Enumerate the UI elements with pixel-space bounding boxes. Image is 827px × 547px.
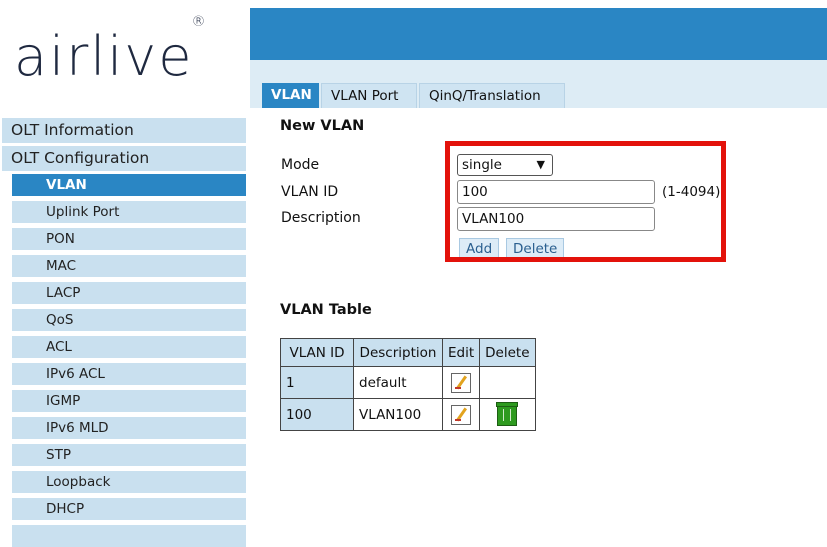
sidebar-item-qos[interactable]: QoS xyxy=(12,309,246,331)
highlight-box xyxy=(445,141,726,262)
tab-vlan[interactable]: VLAN xyxy=(262,83,319,108)
table-header-row: VLAN ID Description Edit Delete xyxy=(280,338,536,367)
vlan-id-cell: 1 xyxy=(280,366,354,399)
delete-cell xyxy=(479,398,536,431)
sidebar-item-pon[interactable]: PON xyxy=(12,228,246,250)
sidebar-item-ipv6-acl[interactable]: IPv6 ACL xyxy=(12,363,246,385)
table-row: 1 default xyxy=(280,366,536,399)
sidebar-item-loopback[interactable]: Loopback xyxy=(12,471,246,493)
tab-qinq-translation[interactable]: QinQ/Translation xyxy=(419,83,565,108)
sidebar-section-olt-configuration[interactable]: OLT Configuration xyxy=(2,146,246,171)
mode-label: Mode xyxy=(281,157,320,173)
sidebar-item-lacp[interactable]: LACP xyxy=(12,282,246,304)
vlan-table-heading: VLAN Table xyxy=(280,302,372,318)
description-cell: default xyxy=(353,366,443,399)
airlive-logo: airlive® xyxy=(14,14,208,88)
sidebar-item-igmp[interactable]: IGMP xyxy=(12,390,246,412)
edit-pencil-icon[interactable] xyxy=(451,404,472,425)
sidebar-item-mac[interactable]: MAC xyxy=(12,255,246,277)
sidebar: OLT Information OLT Configuration VLAN U… xyxy=(0,115,246,547)
new-vlan-heading: New VLAN xyxy=(280,118,365,134)
vlan-table: VLAN ID Description Edit Delete 1 defaul… xyxy=(280,338,536,431)
column-header-edit: Edit xyxy=(441,338,481,367)
sidebar-item-uplink-port[interactable]: Uplink Port xyxy=(12,201,246,223)
description-label: Description xyxy=(281,210,361,226)
vlan-id-label: VLAN ID xyxy=(281,184,339,200)
column-header-delete: Delete xyxy=(479,338,536,367)
sidebar-item-partial[interactable] xyxy=(12,525,246,547)
logo-area: airlive® xyxy=(0,8,250,108)
description-cell: VLAN100 xyxy=(353,398,443,431)
sidebar-item-ipv6-mld[interactable]: IPv6 MLD xyxy=(12,417,246,439)
edit-pencil-icon[interactable] xyxy=(451,372,472,393)
edit-cell xyxy=(441,398,481,431)
delete-cell xyxy=(479,366,536,399)
sidebar-item-vlan[interactable]: VLAN xyxy=(12,174,246,196)
column-header-vlan-id: VLAN ID xyxy=(280,338,354,367)
column-header-description: Description xyxy=(353,338,443,367)
sidebar-item-dhcp[interactable]: DHCP xyxy=(12,498,246,520)
trash-icon[interactable] xyxy=(496,401,519,426)
sidebar-item-stp[interactable]: STP xyxy=(12,444,246,466)
sidebar-item-acl[interactable]: ACL xyxy=(12,336,246,358)
edit-cell xyxy=(441,366,481,399)
tab-vlan-port[interactable]: VLAN Port xyxy=(321,83,417,108)
vlan-id-cell: 100 xyxy=(280,398,354,431)
table-row: 100 VLAN100 xyxy=(280,398,536,431)
sidebar-section-olt-information[interactable]: OLT Information xyxy=(2,118,246,143)
